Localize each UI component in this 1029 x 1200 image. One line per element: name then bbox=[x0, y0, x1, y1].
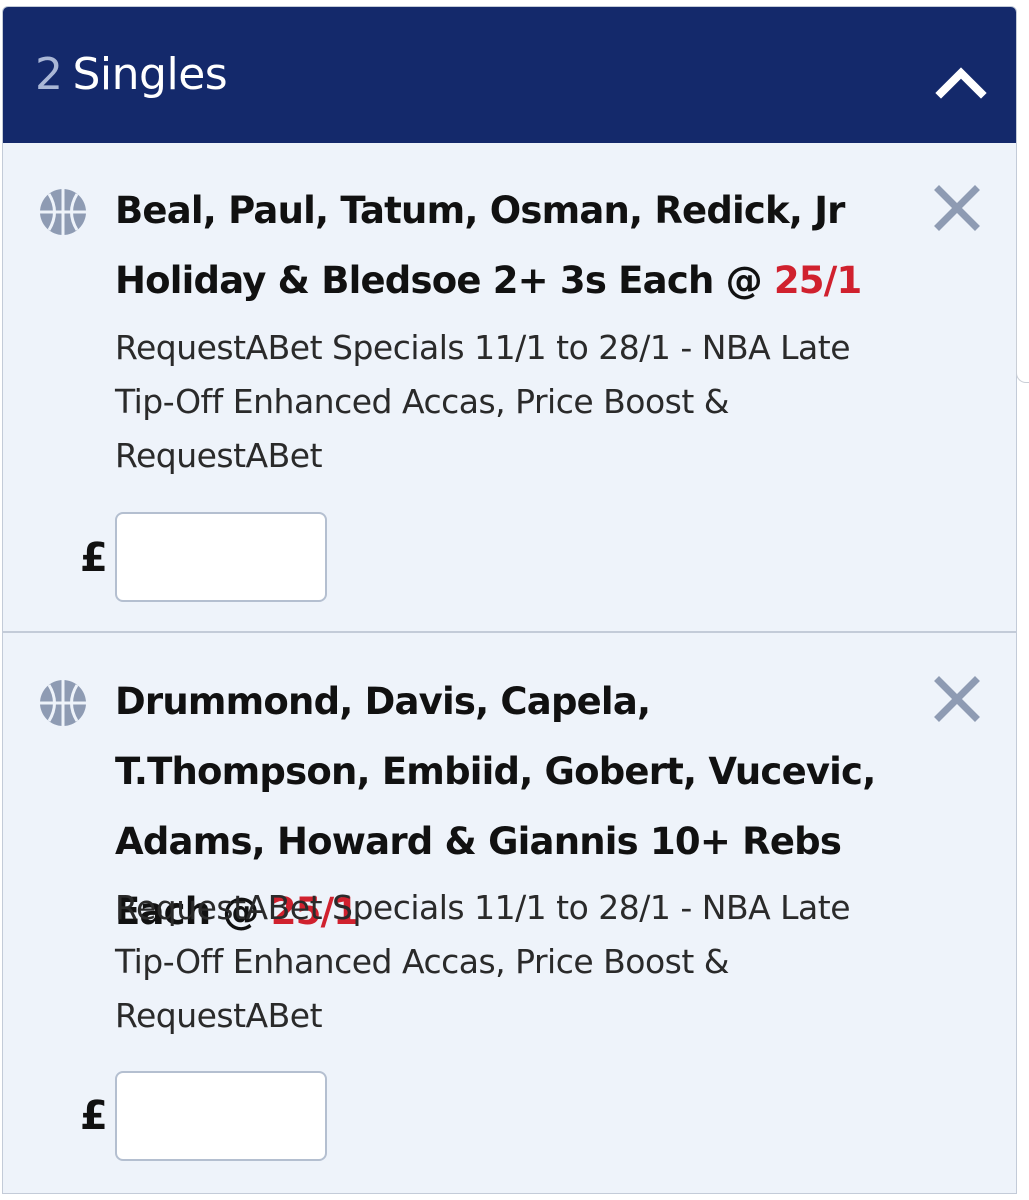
selection-text: Beal, Paul, Tatum, Osman, Redick, Jr Hol… bbox=[115, 189, 845, 302]
remove-selection-button[interactable] bbox=[931, 673, 983, 725]
odds-value: 25/1 bbox=[773, 259, 862, 302]
stake-input[interactable] bbox=[115, 512, 327, 602]
header-title: 2 Singles bbox=[35, 45, 228, 105]
singles-count: 2 bbox=[35, 49, 63, 100]
basketball-icon bbox=[40, 189, 86, 235]
singles-label: Singles bbox=[72, 49, 228, 100]
bet-slip-item: Beal, Paul, Tatum, Osman, Redick, Jr Hol… bbox=[3, 144, 1016, 633]
betslip-panel: 2 Singles Beal, Paul, Tatum, Osman, Redic… bbox=[2, 6, 1017, 1194]
currency-symbol: £ bbox=[80, 535, 108, 581]
remove-selection-button[interactable] bbox=[931, 182, 983, 234]
stake-input[interactable] bbox=[115, 1071, 327, 1161]
market-name: RequestABet Specials 11/1 to 28/1 - NBA … bbox=[115, 328, 851, 475]
bet-slip-item: Drummond, Davis, Capela, T.Thompson, Emb… bbox=[3, 635, 1016, 1193]
close-icon bbox=[934, 185, 980, 231]
scroll-edge bbox=[1016, 320, 1029, 383]
collapse-button[interactable] bbox=[933, 57, 989, 101]
market-name: RequestABet Specials 11/1 to 28/1 - NBA … bbox=[115, 888, 851, 1035]
basketball-icon bbox=[40, 680, 86, 726]
chevron-up-icon bbox=[935, 67, 987, 99]
selection-name: Beal, Paul, Tatum, Osman, Redick, Jr Hol… bbox=[115, 176, 915, 316]
close-icon bbox=[934, 676, 980, 722]
currency-symbol: £ bbox=[80, 1093, 108, 1139]
singles-header[interactable]: 2 Singles bbox=[3, 7, 1016, 143]
